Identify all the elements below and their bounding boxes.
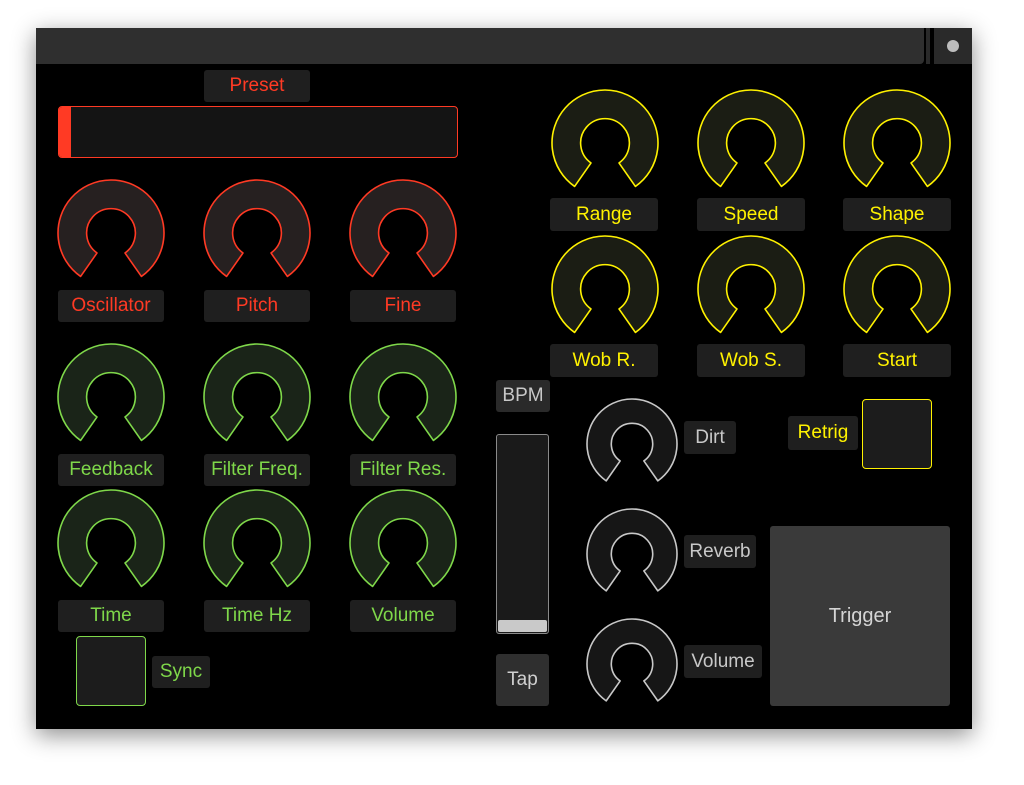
knob-label-volume-fx: Volume: [350, 600, 456, 632]
tap-button[interactable]: Tap: [496, 654, 549, 706]
knob-start[interactable]: [842, 234, 952, 344]
trigger-button[interactable]: Trigger: [770, 526, 950, 706]
knob-label-shape: Shape: [843, 198, 951, 231]
knob-label-filter-freq: Filter Freq.: [204, 454, 310, 486]
knob-label-wob-s: Wob S.: [697, 344, 805, 377]
knob-label-feedback: Feedback: [58, 454, 164, 486]
title-bar[interactable]: [36, 28, 924, 64]
knob-range[interactable]: [550, 88, 660, 198]
knob-volume-fx[interactable]: [348, 488, 458, 598]
knob-label-pitch: Pitch: [204, 290, 310, 322]
dot-icon: [947, 40, 959, 52]
knob-pitch[interactable]: [202, 178, 312, 288]
sync-toggle[interactable]: [76, 636, 146, 706]
retrig-label: Retrig: [788, 416, 858, 450]
preset-slider[interactable]: [58, 106, 458, 158]
knob-time[interactable]: [56, 488, 166, 598]
knob-wob-s[interactable]: [696, 234, 806, 344]
knob-feedback[interactable]: [56, 342, 166, 452]
knob-wob-r[interactable]: [550, 234, 660, 344]
knob-filter-freq[interactable]: [202, 342, 312, 452]
knob-shape[interactable]: [842, 88, 952, 198]
knob-oscillator[interactable]: [56, 178, 166, 288]
bpm-label: BPM: [496, 380, 550, 412]
knob-label-fine: Fine: [350, 290, 456, 322]
knob-label-start: Start: [843, 344, 951, 377]
knob-label-reverb: Reverb: [684, 535, 756, 568]
knob-label-volume-mix: Volume: [684, 645, 762, 678]
knob-fine[interactable]: [348, 178, 458, 288]
knob-label-time: Time: [58, 600, 164, 632]
knob-label-dirt: Dirt: [684, 421, 736, 454]
knob-label-filter-res: Filter Res.: [350, 454, 456, 486]
bpm-slider-handle[interactable]: [498, 620, 547, 632]
knob-volume-mix[interactable]: [585, 617, 679, 711]
knob-label-wob-r: Wob R.: [550, 344, 658, 377]
preset-slider-fill: [59, 107, 71, 157]
knob-reverb[interactable]: [585, 507, 679, 601]
knob-time-hz[interactable]: [202, 488, 312, 598]
retrig-toggle[interactable]: [862, 399, 932, 469]
knob-label-range: Range: [550, 198, 658, 231]
knob-label-time-hz: Time Hz: [204, 600, 310, 632]
sync-label: Sync: [152, 656, 210, 688]
knob-label-speed: Speed: [697, 198, 805, 231]
knob-label-oscillator: Oscillator: [58, 290, 164, 322]
knob-speed[interactable]: [696, 88, 806, 198]
device-menu-button[interactable]: [934, 28, 972, 64]
knob-dirt[interactable]: [585, 397, 679, 491]
title-bar-separator: [926, 28, 930, 64]
knob-filter-res[interactable]: [348, 342, 458, 452]
device-window: Preset Oscillator Pitch Fine Feedback Fi…: [36, 28, 972, 729]
bpm-slider[interactable]: [496, 434, 549, 634]
preset-label: Preset: [204, 70, 310, 102]
